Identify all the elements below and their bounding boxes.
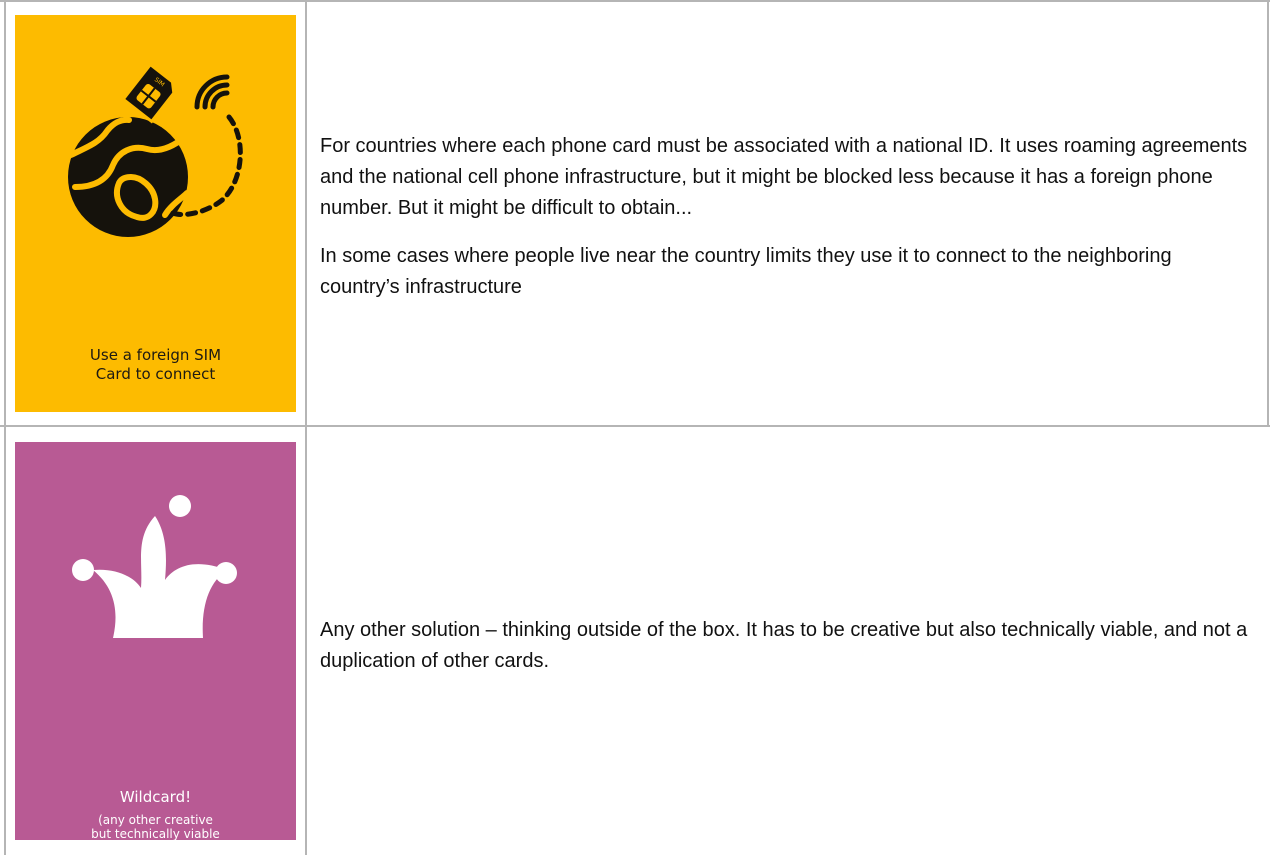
description-paragraph: In some cases where people live near the…: [320, 245, 1172, 298]
table-row-divider: [0, 425, 1270, 427]
wildcard-description: Any other solution – thinking outside of…: [320, 615, 1255, 677]
description-paragraph: Any other solution – thinking outside of…: [320, 619, 1248, 672]
table-border-left: [4, 0, 6, 855]
solution-cards-table: SIM Use a foreign SIM Card to connect Fo…: [0, 0, 1270, 855]
card-title: Use a foreign SIM Card to connect: [89, 346, 222, 383]
card-subtitle: (any other creative but technically viab…: [79, 813, 232, 855]
description-paragraph: For countries where each phone card must…: [320, 135, 1248, 219]
table-column-divider: [305, 0, 307, 855]
wildcard-card: Wildcard! (any other creative but techni…: [15, 442, 296, 855]
table-border-top: [0, 0, 1270, 2]
card-title: Wildcard!: [119, 788, 192, 806]
foreign-sim-description: For countries where each phone card must…: [320, 131, 1255, 303]
globe-sim-card-icon: SIM: [68, 62, 243, 237]
table-border-right: [1267, 0, 1269, 427]
jester-hat-icon: [72, 495, 237, 638]
foreign-sim-card: SIM Use a foreign SIM Card to connect: [15, 15, 296, 412]
